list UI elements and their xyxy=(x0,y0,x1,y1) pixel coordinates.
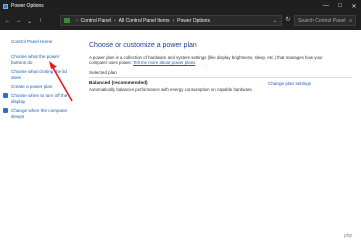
annotation-arrow-icon xyxy=(49,61,73,102)
watermark-logo: php xyxy=(344,231,361,241)
annotation-arrow-head xyxy=(49,61,57,69)
annotation-arrow-shaft xyxy=(51,65,73,102)
